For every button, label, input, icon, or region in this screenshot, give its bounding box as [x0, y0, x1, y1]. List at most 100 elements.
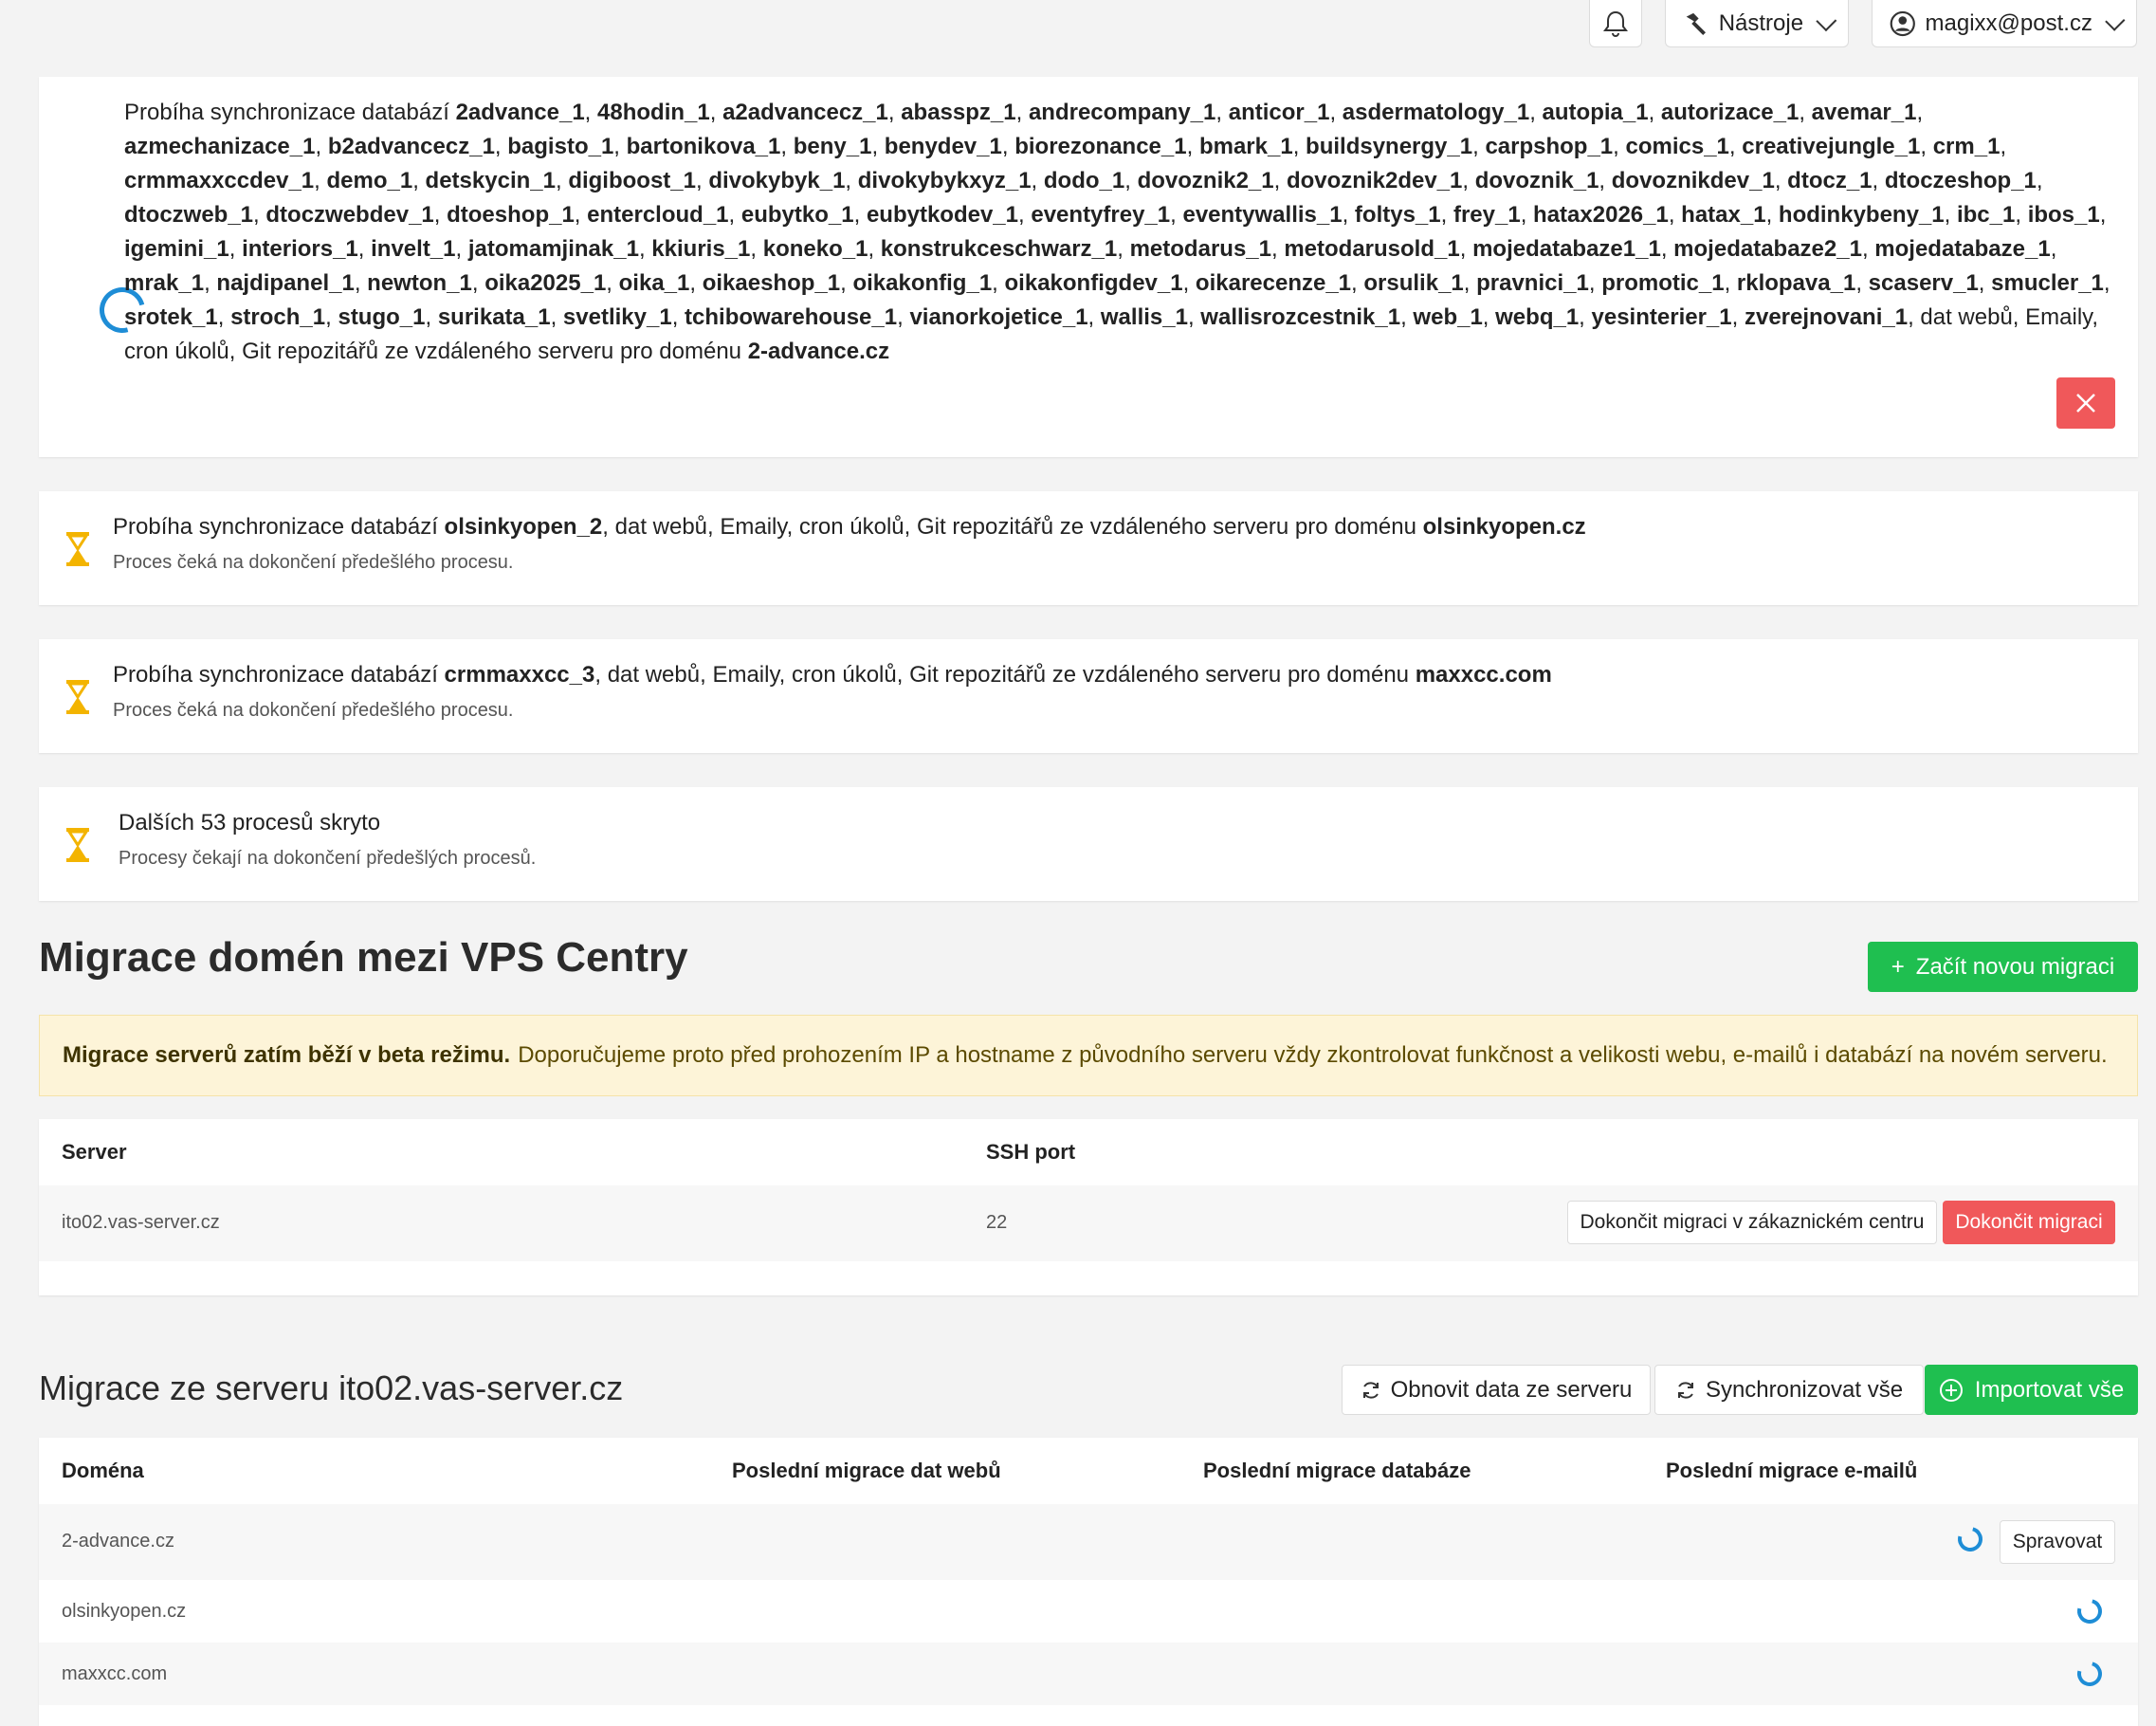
import-all-button[interactable]: Importovat vše	[1925, 1365, 2138, 1415]
pending-database: olsinkyopen_2	[444, 514, 603, 540]
database-name: 2advance_1	[455, 100, 585, 125]
beta-warning-alert: Migrace serverů zatím běží v beta režimu…	[39, 1015, 2138, 1096]
sync-domain: 2-advance.cz	[747, 339, 890, 364]
manage-button[interactable]: Spravovat	[2000, 1520, 2115, 1564]
sync-process-text: Probíha synchronizace databází 2advance_…	[124, 96, 2125, 369]
database-name: oikakonfigdev_1	[1004, 270, 1183, 296]
server-hostname: ito02.vas-server.cz	[62, 1212, 220, 1233]
pending-process-card: Probíha synchronizace databází crmmaxxcc…	[39, 639, 2138, 753]
database-name: 48hodin_1	[597, 100, 710, 125]
database-name: eventyfrey_1	[1031, 202, 1171, 228]
database-name: divokybyk_1	[708, 168, 846, 193]
hourglass-icon	[66, 828, 89, 862]
server-section-title: Migrace ze serveru ito02.vas-server.cz	[39, 1368, 624, 1407]
database-name: eubytko_1	[740, 202, 854, 228]
database-name: metodarusold_1	[1284, 236, 1460, 262]
plus-icon: +	[1891, 953, 1905, 980]
database-name: najdipanel_1	[216, 270, 355, 296]
finish-migration-customer-center-button[interactable]: Dokončit migraci v zákaznickém centru	[1567, 1201, 1937, 1244]
database-name: dtoeshop_1	[447, 202, 575, 228]
database-name: stroch_1	[230, 304, 326, 330]
plus-circle-icon	[1939, 1378, 1963, 1402]
ssh-port-value: 22	[986, 1212, 1008, 1233]
start-new-migration-button[interactable]: + Začít novou migraci	[1868, 942, 2138, 992]
chevron-down-icon	[2105, 10, 2126, 31]
database-name: pravnici_1	[1476, 270, 1589, 296]
loading-spinner-icon	[2073, 1594, 2107, 1628]
finish-migration-button[interactable]: Dokončit migraci	[1943, 1201, 2115, 1244]
database-name: beny_1	[793, 134, 872, 159]
sync-icon	[1677, 1381, 1693, 1399]
database-name: azmechanizace_1	[124, 134, 316, 159]
domain-name: olsinkyopen.cz	[62, 1601, 187, 1622]
database-name: andrecompany_1	[1028, 100, 1216, 125]
database-name: mojedatabaze_1	[1874, 236, 2051, 262]
database-name: hatax_1	[1681, 202, 1766, 228]
database-name: invelt_1	[371, 236, 456, 262]
pending-middle: , dat webů, Emaily, cron úkolů, Git repo…	[602, 514, 1423, 540]
database-name: rklopava_1	[1736, 270, 1856, 296]
database-name: dtoczweb_1	[124, 202, 254, 228]
database-name: bartonikova_1	[626, 134, 781, 159]
start-new-migration-label: Začít novou migraci	[1915, 953, 2115, 980]
column-header-ssh-port: SSH port	[986, 1140, 1076, 1164]
database-name: scaserv_1	[1868, 270, 1979, 296]
database-name: dovoznik_1	[1474, 168, 1599, 193]
domain-name: maxxcc.com	[62, 1663, 168, 1684]
database-name: oika_1	[618, 270, 690, 296]
database-name: abasspz_1	[901, 100, 1016, 125]
table-row: maxxcc.com	[39, 1643, 2138, 1705]
database-name: bmark_1	[1198, 134, 1293, 159]
pending-process-subtext: Proces čeká na dokončení předešlého proc…	[113, 700, 514, 721]
table-row: olsinkyopen.cz	[39, 1580, 2138, 1643]
database-name: wallisrozcestnik_1	[1200, 304, 1401, 330]
database-name: eventywallis_1	[1182, 202, 1343, 228]
tools-label: Nástroje	[1718, 9, 1804, 36]
refresh-data-button[interactable]: Obnovit data ze serveru	[1342, 1365, 1651, 1415]
column-header-emails: Poslední migrace e-mailů	[1666, 1459, 1918, 1482]
alert-bold-text: Migrace serverů zatím běží v beta režimu…	[63, 1042, 511, 1068]
hourglass-icon	[66, 532, 89, 566]
user-avatar-icon	[1890, 10, 1915, 36]
user-menu-button[interactable]: magixx@post.cz	[1872, 0, 2137, 47]
pending-prefix: Probíha synchronizace databází	[113, 662, 445, 688]
table-row: ito02.vas-server.cz 22 Dokončit migraci …	[39, 1185, 2138, 1261]
database-name: eubytkodev_1	[866, 202, 1019, 228]
database-name: zverejnovani_1	[1744, 304, 1909, 330]
database-name: avemar_1	[1811, 100, 1917, 125]
database-name: autorizace_1	[1660, 100, 1800, 125]
database-name: ibc_1	[1956, 202, 2016, 228]
column-header-server: Server	[62, 1140, 127, 1164]
cancel-process-button[interactable]	[2056, 377, 2115, 429]
column-header-database: Poslední migrace databáze	[1203, 1459, 1471, 1482]
database-name: konstrukceschwarz_1	[880, 236, 1118, 262]
database-name: dtoczwebdev_1	[265, 202, 434, 228]
database-name: dtoczeshop_1	[1884, 168, 2037, 193]
sync-all-button[interactable]: Synchronizovat vše	[1654, 1365, 1924, 1415]
database-name: demo_1	[326, 168, 413, 193]
database-name: orsulik_1	[1363, 270, 1464, 296]
servers-table: Server SSH port ito02.vas-server.cz 22 D…	[39, 1119, 2138, 1295]
sync-process-card: Probíha synchronizace databází 2advance_…	[39, 77, 2138, 457]
database-name: divokybykxyz_1	[857, 168, 1032, 193]
pending-process-card: Probíha synchronizace databází olsinkyop…	[39, 491, 2138, 605]
database-name: carpshop_1	[1485, 134, 1614, 159]
database-name: b2advancecz_1	[327, 134, 495, 159]
column-header-domain: Doména	[62, 1459, 144, 1482]
refresh-icon	[1362, 1381, 1379, 1399]
database-name: svetliky_1	[562, 304, 672, 330]
pending-domain: olsinkyopen.cz	[1422, 514, 1586, 540]
database-name: wallis_1	[1100, 304, 1188, 330]
pending-process-text: Probíha synchronizace databází olsinkyop…	[113, 514, 1586, 541]
pending-prefix: Probíha synchronizace databází	[113, 514, 445, 540]
database-name: hatax2026_1	[1533, 202, 1669, 228]
notifications-button[interactable]	[1589, 0, 1642, 47]
column-header-web-data: Poslední migrace dat webů	[732, 1459, 1001, 1482]
database-name: metodarus_1	[1129, 236, 1271, 262]
refresh-label: Obnovit data ze serveru	[1390, 1376, 1633, 1403]
top-bar: Nástroje magixx@post.cz	[1589, 0, 2137, 49]
hidden-processes-title: Dalších 53 procesů skryto	[119, 810, 381, 835]
tools-menu-button[interactable]: Nástroje	[1665, 0, 1849, 47]
database-name: dovoznik2_1	[1137, 168, 1274, 193]
database-name: mrak_1	[124, 270, 205, 296]
